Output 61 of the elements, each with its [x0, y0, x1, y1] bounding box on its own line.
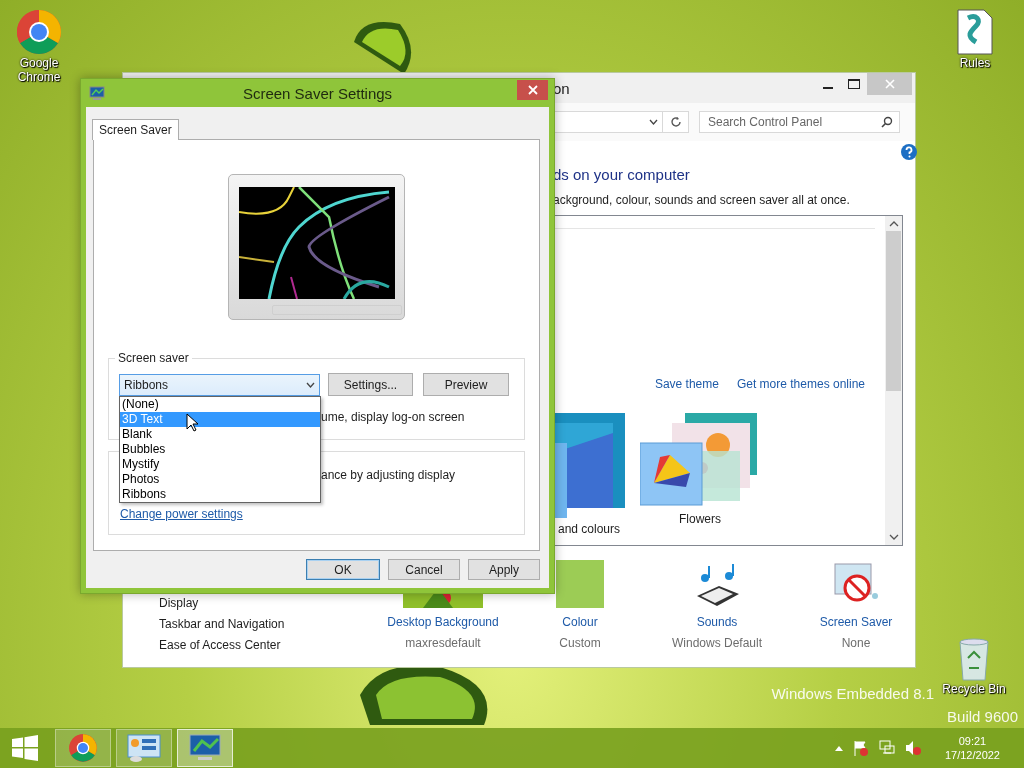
control-panel-icon	[126, 733, 162, 763]
scrollbar[interactable]	[885, 216, 902, 545]
dialog-title: Screen Saver Settings	[242, 84, 393, 102]
cursor-icon	[186, 412, 198, 432]
edition-text: Windows Embedded 8.1	[771, 685, 934, 702]
speaker-muted-icon[interactable]	[904, 740, 921, 756]
theme-link[interactable]: Get more themes online	[736, 377, 865, 391]
setting-value: None	[841, 636, 871, 650]
maximize-icon	[848, 79, 860, 89]
search-field[interactable]: Search Control Panel	[699, 111, 900, 133]
sidebar-link[interactable]: Taskbar and Navigation	[159, 617, 363, 631]
setting-value: maxresdefault	[405, 636, 481, 650]
chevron-up-icon[interactable]	[888, 221, 899, 227]
setting-value: Custom	[559, 636, 601, 650]
taskbar-app-button[interactable]	[177, 729, 233, 767]
tab[interactable]: Screen Saver	[92, 119, 179, 140]
setting-link[interactable]: Colour	[562, 615, 598, 629]
chrome-icon	[15, 8, 63, 56]
help-icon[interactable]	[901, 144, 917, 160]
document-icon	[956, 8, 994, 56]
colour-swatch-icon	[556, 560, 604, 608]
address-field[interactable]	[553, 111, 663, 133]
refresh-button[interactable]	[663, 111, 689, 133]
group-label: Screen saver	[115, 351, 192, 365]
theme-label[interactable]: Flowers	[679, 512, 721, 526]
dialog-button[interactable]: Apply	[468, 559, 540, 580]
sidebar-link[interactable]: Display	[159, 596, 363, 610]
description-text: ackground, colour, sounds and screen saver all at once.	[553, 193, 851, 207]
caret-up-icon[interactable]	[834, 745, 843, 751]
power-settings-link[interactable]: Change power settings	[120, 507, 243, 521]
taskbar-app-button[interactable]	[55, 729, 111, 767]
dialog-button[interactable]: OK	[306, 559, 380, 580]
taskbar-app-button[interactable]	[116, 729, 172, 767]
theme-link[interactable]: Save theme	[654, 377, 719, 391]
theme-label[interactable]: and colours	[557, 522, 620, 536]
monitor-icon	[89, 86, 105, 102]
chevron-down-icon	[306, 381, 315, 388]
preview-button[interactable]: Preview	[423, 373, 509, 396]
settings-button[interactable]: Settings...	[328, 373, 413, 396]
setting-link[interactable]: Sounds	[696, 615, 738, 629]
close-button[interactable]	[517, 80, 548, 100]
minimize-icon	[823, 86, 833, 89]
description-text: ance by adjusting display	[321, 468, 457, 482]
chevron-down-icon	[649, 119, 658, 125]
close-icon	[884, 79, 895, 89]
setting-link[interactable]: Screen Saver	[819, 615, 893, 629]
dropdown-option[interactable]: (None)	[120, 396, 320, 412]
monitor-icon	[188, 733, 222, 763]
chrome-icon	[68, 733, 98, 763]
edition-text: Build 9600	[947, 708, 1018, 725]
windows-logo-icon	[12, 735, 38, 761]
close-icon	[527, 85, 538, 95]
sidebar-link[interactable]: Ease of Access Center	[159, 638, 363, 652]
dialog-button[interactable]: Cancel	[388, 559, 460, 580]
setting-value: Windows Default	[671, 636, 762, 650]
chevron-down-icon[interactable]	[888, 534, 899, 540]
search-icon[interactable]	[881, 116, 893, 128]
refresh-icon	[669, 116, 682, 128]
checkbox-label: ume, display log-on screen	[321, 410, 466, 424]
setting-link[interactable]: Desktop Background	[387, 615, 499, 629]
flag-icon[interactable]	[852, 740, 869, 756]
